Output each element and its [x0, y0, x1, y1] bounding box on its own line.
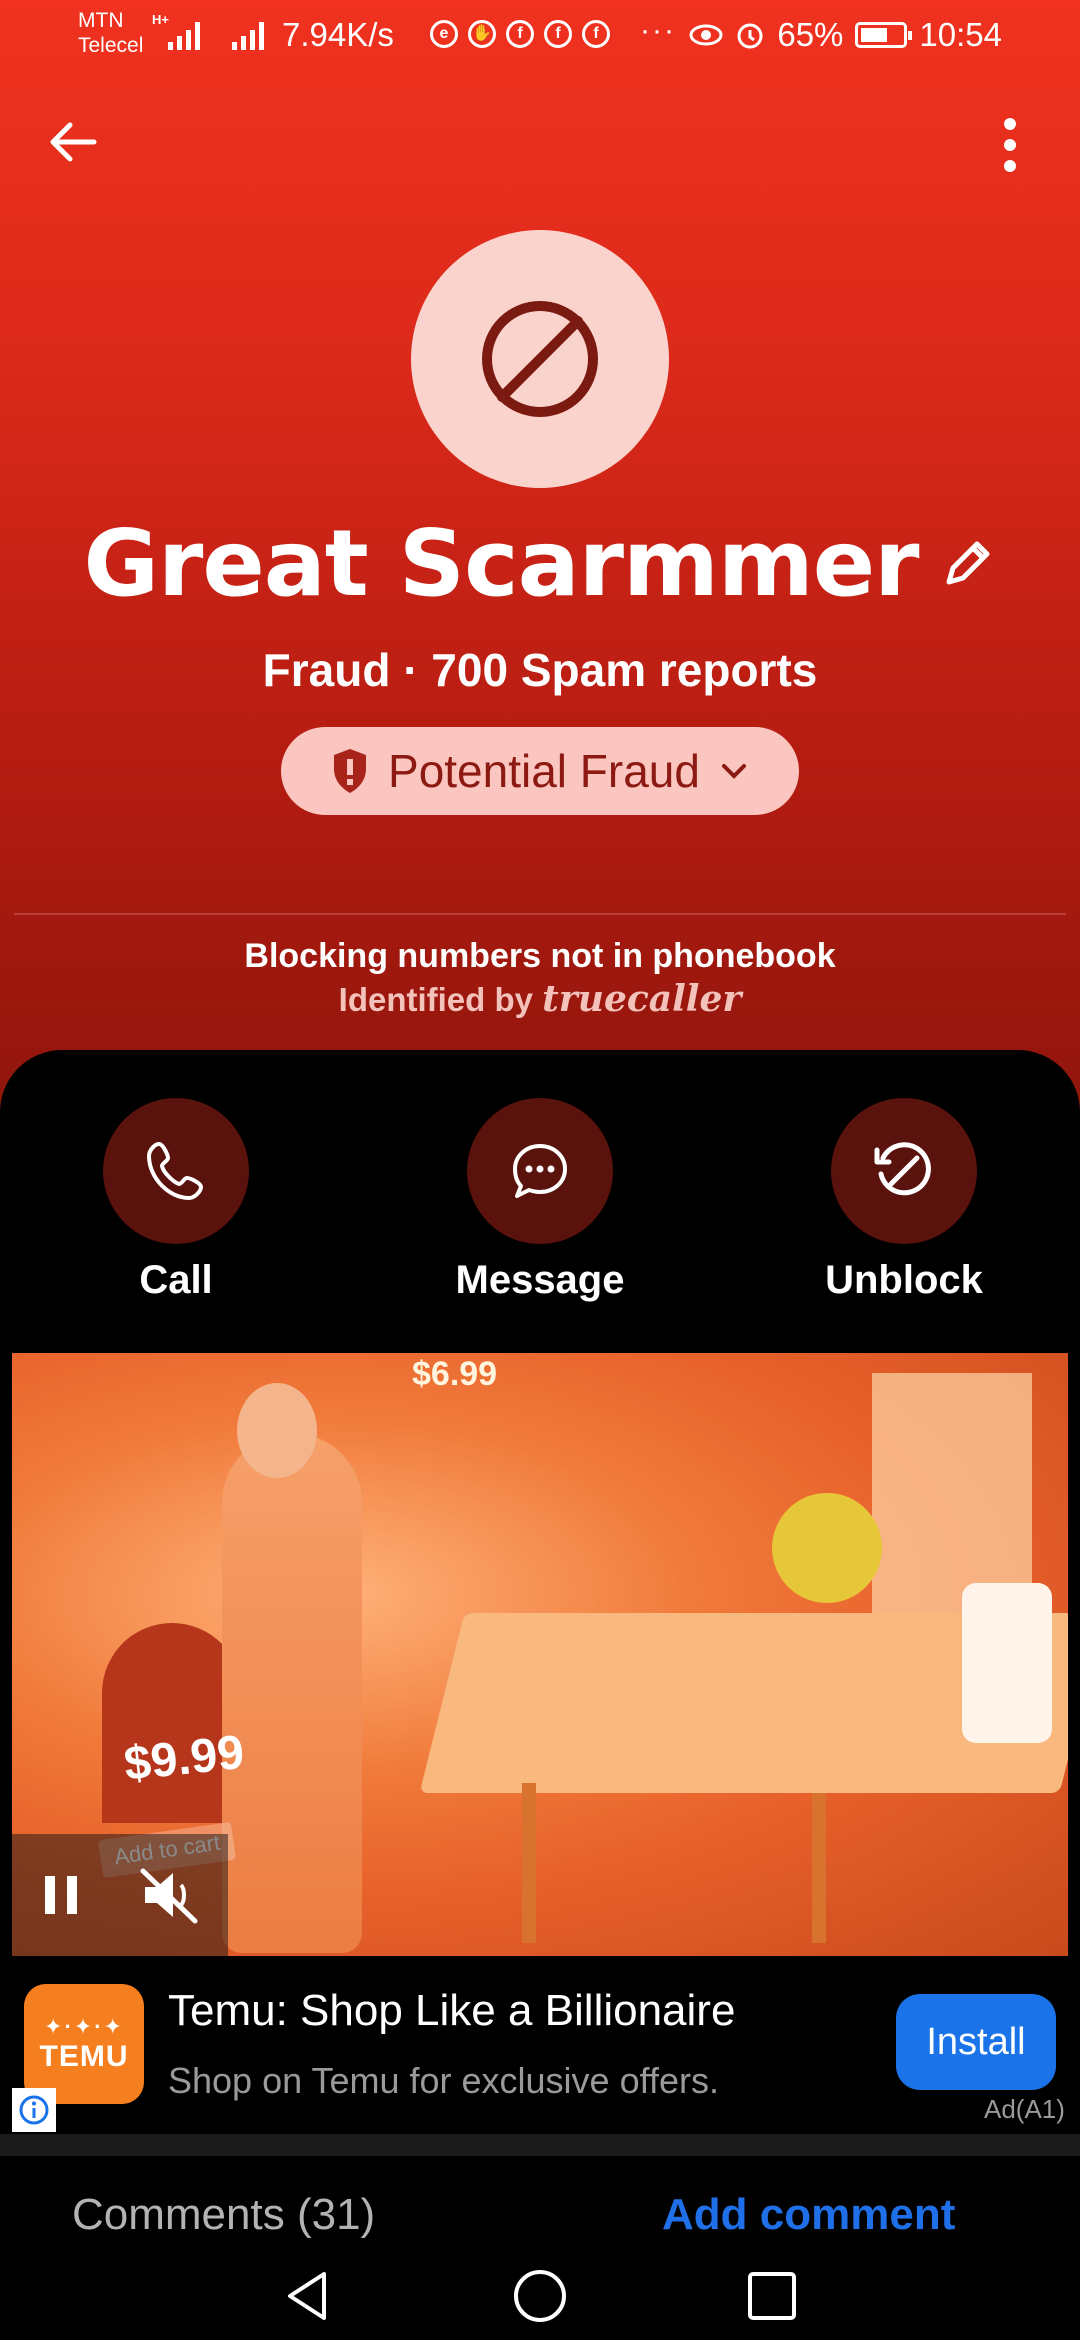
facebook-icon: f: [506, 20, 534, 48]
contact-name-row: Great Scarmmer: [0, 510, 1080, 617]
avatar: [411, 230, 669, 488]
clock: 10:54: [919, 16, 1002, 53]
spam-summary: Fraud · 700 Spam reports: [262, 644, 818, 696]
battery-percent: 65%: [777, 16, 844, 53]
pause-icon[interactable]: [39, 1870, 83, 1920]
phone-icon: [147, 1142, 203, 1200]
truecaller-logo: truecaller: [542, 978, 742, 1020]
ad-label: Ad(A1): [984, 2094, 1065, 2124]
eye-icon: [689, 24, 723, 46]
unblock-icon: [874, 1142, 931, 1196]
carrier-label: MTN Telecel: [78, 9, 144, 57]
unblock-button[interactable]: Unblock: [804, 1098, 1004, 1303]
battery-icon: [855, 22, 913, 48]
more-options-icon[interactable]: [992, 112, 1028, 178]
contact-name: Great Scarmmer: [83, 510, 919, 617]
chevron-down-icon: [721, 764, 746, 779]
more-notifications-icon: ···: [640, 14, 676, 47]
install-button[interactable]: Install: [896, 1994, 1056, 2090]
block-icon: [482, 301, 598, 417]
back-arrow-icon[interactable]: [42, 112, 102, 172]
network-type: H+: [152, 12, 169, 27]
unblock-label: Unblock: [825, 1258, 983, 1302]
ad-video[interactable]: $6.99 $9.99 Add to cart: [12, 1353, 1068, 1956]
section-divider: [0, 2134, 1080, 2156]
signal-icon: [168, 22, 200, 50]
badge-label: Potential Fraud: [388, 745, 700, 797]
recents-nav-icon[interactable]: [744, 2268, 800, 2324]
temu-logo: ✦·✦·✦ TEMU: [24, 1984, 144, 2104]
status-bar: MTN Telecel H+ 7.94K/s e ✋ f f f ··· 65%…: [0, 0, 1080, 72]
potential-fraud-badge[interactable]: Potential Fraud: [281, 727, 799, 815]
call-button[interactable]: Call: [76, 1098, 276, 1303]
system-nav-bar: [0, 2250, 1080, 2340]
message-button[interactable]: Message: [440, 1098, 640, 1303]
notification-icons: e ✋ f f f: [430, 20, 610, 48]
signal-icon: [232, 22, 264, 50]
video-character: [222, 1433, 362, 1953]
ad-banner[interactable]: ✦·✦·✦ TEMU Temu: Shop Like a Billionaire…: [0, 1968, 1080, 2132]
chat-bubble-icon: [513, 1144, 567, 1198]
ad-title: Temu: Shop Like a Billionaire: [168, 1986, 736, 2035]
hand-icon: ✋: [468, 20, 496, 48]
alarm-icon: [737, 23, 763, 49]
call-label: Call: [139, 1258, 213, 1302]
mute-icon[interactable]: [137, 1865, 201, 1925]
identified-by: Identified by truecaller: [338, 978, 742, 1020]
shield-alert-icon: [334, 749, 367, 793]
app-icon: e: [430, 20, 458, 48]
facebook-icon: f: [544, 20, 572, 48]
back-nav-icon[interactable]: [280, 2268, 336, 2324]
blocking-note: Blocking numbers not in phonebook: [244, 937, 836, 975]
add-comment-button[interactable]: Add comment: [662, 2190, 955, 2240]
message-label: Message: [455, 1258, 625, 1302]
video-controls: [12, 1834, 228, 1956]
network-speed: 7.94K/s: [282, 16, 394, 53]
facebook-icon: f: [582, 20, 610, 48]
comments-count[interactable]: Comments (31): [72, 2190, 375, 2240]
ad-description: Shop on Temu for exclusive offers.: [168, 2060, 719, 2101]
edit-pencil-icon[interactable]: [937, 534, 997, 594]
divider: [14, 913, 1066, 915]
home-nav-icon[interactable]: [512, 2268, 568, 2324]
video-price-tag: $6.99: [412, 1355, 498, 1393]
ad-info-icon[interactable]: [12, 2088, 56, 2132]
